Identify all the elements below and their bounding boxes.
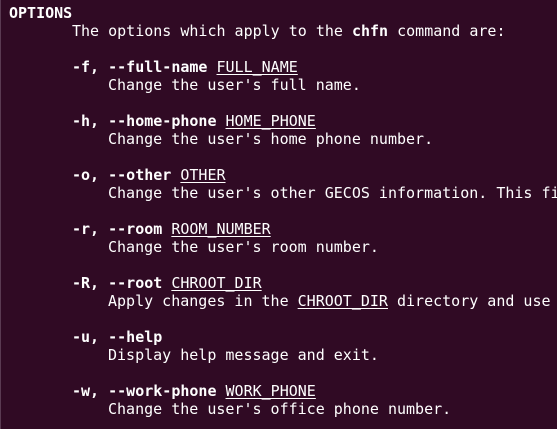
option-help: -u, --help [72, 328, 162, 346]
description-argument: CHROOT_DIR [297, 292, 388, 310]
intro-text-after: command are: [388, 22, 506, 40]
option-description: Apply changes in the CHROOT_DIR director… [108, 292, 551, 310]
option-full-name: -f, --full-name FULL_NAME [72, 58, 298, 76]
option-long-flag: --work-phone [108, 382, 217, 400]
option-description: Change the user's other GECOS informatio… [108, 184, 557, 202]
option-description: Change the user's room number. [108, 238, 379, 256]
option-argument: CHROOT_DIR [171, 274, 262, 292]
option-short-flag: -R, [72, 274, 100, 292]
option-long-flag: --root [108, 274, 163, 292]
option-short-flag: -w, [72, 382, 100, 400]
option-argument: HOME_PHONE [225, 112, 316, 130]
option-argument: ROOM_NUMBER [171, 220, 271, 238]
option-description: Change the user's full name. [108, 76, 361, 94]
option-description: Display help message and exit. [108, 346, 379, 364]
option-long-flag: --home-phone [108, 112, 217, 130]
option-room: -r, --room ROOM_NUMBER [72, 220, 271, 238]
option-description: Change the user's home phone number. [108, 130, 434, 148]
description-text-before: Apply changes in the [108, 292, 298, 310]
option-short-flag: -o, [72, 166, 100, 184]
window-left-border [0, 0, 1, 429]
intro-line: The options which apply to the chfn comm… [72, 22, 506, 40]
option-long-flag: --full-name [108, 58, 208, 76]
terminal-window[interactable]: OPTIONS The options which apply to the c… [0, 0, 557, 429]
option-long-flag: --other [108, 166, 172, 184]
section-heading-options: OPTIONS [9, 4, 73, 22]
option-other: -o, --other OTHER [72, 166, 226, 184]
command-name: chfn [351, 22, 389, 40]
option-root: -R, --root CHROOT_DIR [72, 274, 262, 292]
option-long-flag: --help [108, 328, 163, 346]
option-short-flag: -r, [72, 220, 100, 238]
option-work-phone: -w, --work-phone WORK_PHONE [72, 382, 316, 400]
intro-text-before: The options which apply to the [72, 22, 352, 40]
option-short-flag: -u, [72, 328, 100, 346]
option-argument: WORK_PHONE [225, 382, 316, 400]
option-short-flag: -h, [72, 112, 100, 130]
option-long-flag: --room [108, 220, 163, 238]
option-description: Change the user's office phone number. [108, 400, 452, 418]
option-short-flag: -f, [72, 58, 100, 76]
description-text-after: directory and use [387, 292, 551, 310]
option-argument: FULL_NAME [216, 58, 298, 76]
option-argument: OTHER [180, 166, 226, 184]
option-home-phone: -h, --home-phone HOME_PHONE [72, 112, 316, 130]
